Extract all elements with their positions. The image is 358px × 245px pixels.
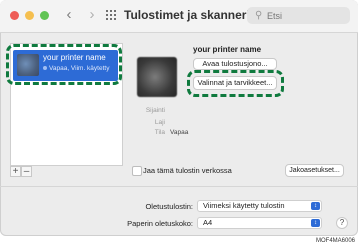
location-label: Sijainti — [145, 107, 165, 114]
default-printer-label: Oletustulostin: — [145, 202, 193, 211]
search-input[interactable] — [267, 8, 343, 23]
open-print-queue-button[interactable]: Avaa tulostusjono... — [193, 58, 277, 70]
share-printer-checkbox[interactable] — [132, 166, 142, 176]
title-bar: ‹ › Tulostimet ja skannerit ⚲ — [0, 0, 358, 33]
zoom-window-button[interactable] — [40, 11, 49, 20]
select-arrows-icon: ↕ — [311, 202, 320, 210]
status-value: Vapaa — [170, 129, 189, 136]
back-arrow-icon[interactable]: ‹ — [62, 7, 76, 23]
select-arrows-icon: ↕ — [311, 219, 320, 227]
close-window-button[interactable] — [10, 11, 19, 20]
image-code: MOF4MA6006 — [315, 238, 355, 244]
search-field[interactable]: ⚲ — [247, 7, 350, 24]
default-printer-select[interactable]: Viimeksi käytetty tulostin ↕ — [197, 200, 322, 212]
minimize-window-button[interactable] — [25, 11, 34, 20]
help-button[interactable]: ? — [336, 217, 348, 229]
remove-printer-button[interactable]: – — [21, 166, 32, 177]
search-icon: ⚲ — [255, 10, 263, 21]
default-paper-size-value: A4 — [203, 218, 213, 227]
kind-label: Laji — [154, 119, 165, 126]
forward-arrow-icon[interactable]: › — [85, 7, 99, 23]
share-printer-label: Jaa tämä tulostin verkossa — [143, 166, 232, 175]
default-paper-size-label: Paperin oletuskoko: — [127, 219, 193, 228]
detail-printer-name: your printer name — [193, 45, 262, 54]
printer-highlight-callout — [6, 44, 122, 85]
status-label: Tila — [154, 129, 165, 136]
sharing-preferences-button[interactable]: Jakoasetukset... — [285, 164, 344, 177]
show-all-grid-icon[interactable] — [106, 10, 117, 21]
default-printer-value: Viimeksi käytetty tulostin — [203, 201, 285, 210]
add-printer-button[interactable]: + — [10, 166, 21, 177]
printers-window: ‹ › Tulostimet ja skannerit ⚲ your print… — [0, 0, 358, 236]
default-paper-size-select[interactable]: A4 ↕ — [197, 217, 322, 229]
window-title: Tulostimet ja skannerit — [124, 8, 254, 22]
divider — [0, 186, 358, 187]
supplies-highlight-callout — [187, 70, 284, 97]
printer-image — [137, 57, 177, 97]
